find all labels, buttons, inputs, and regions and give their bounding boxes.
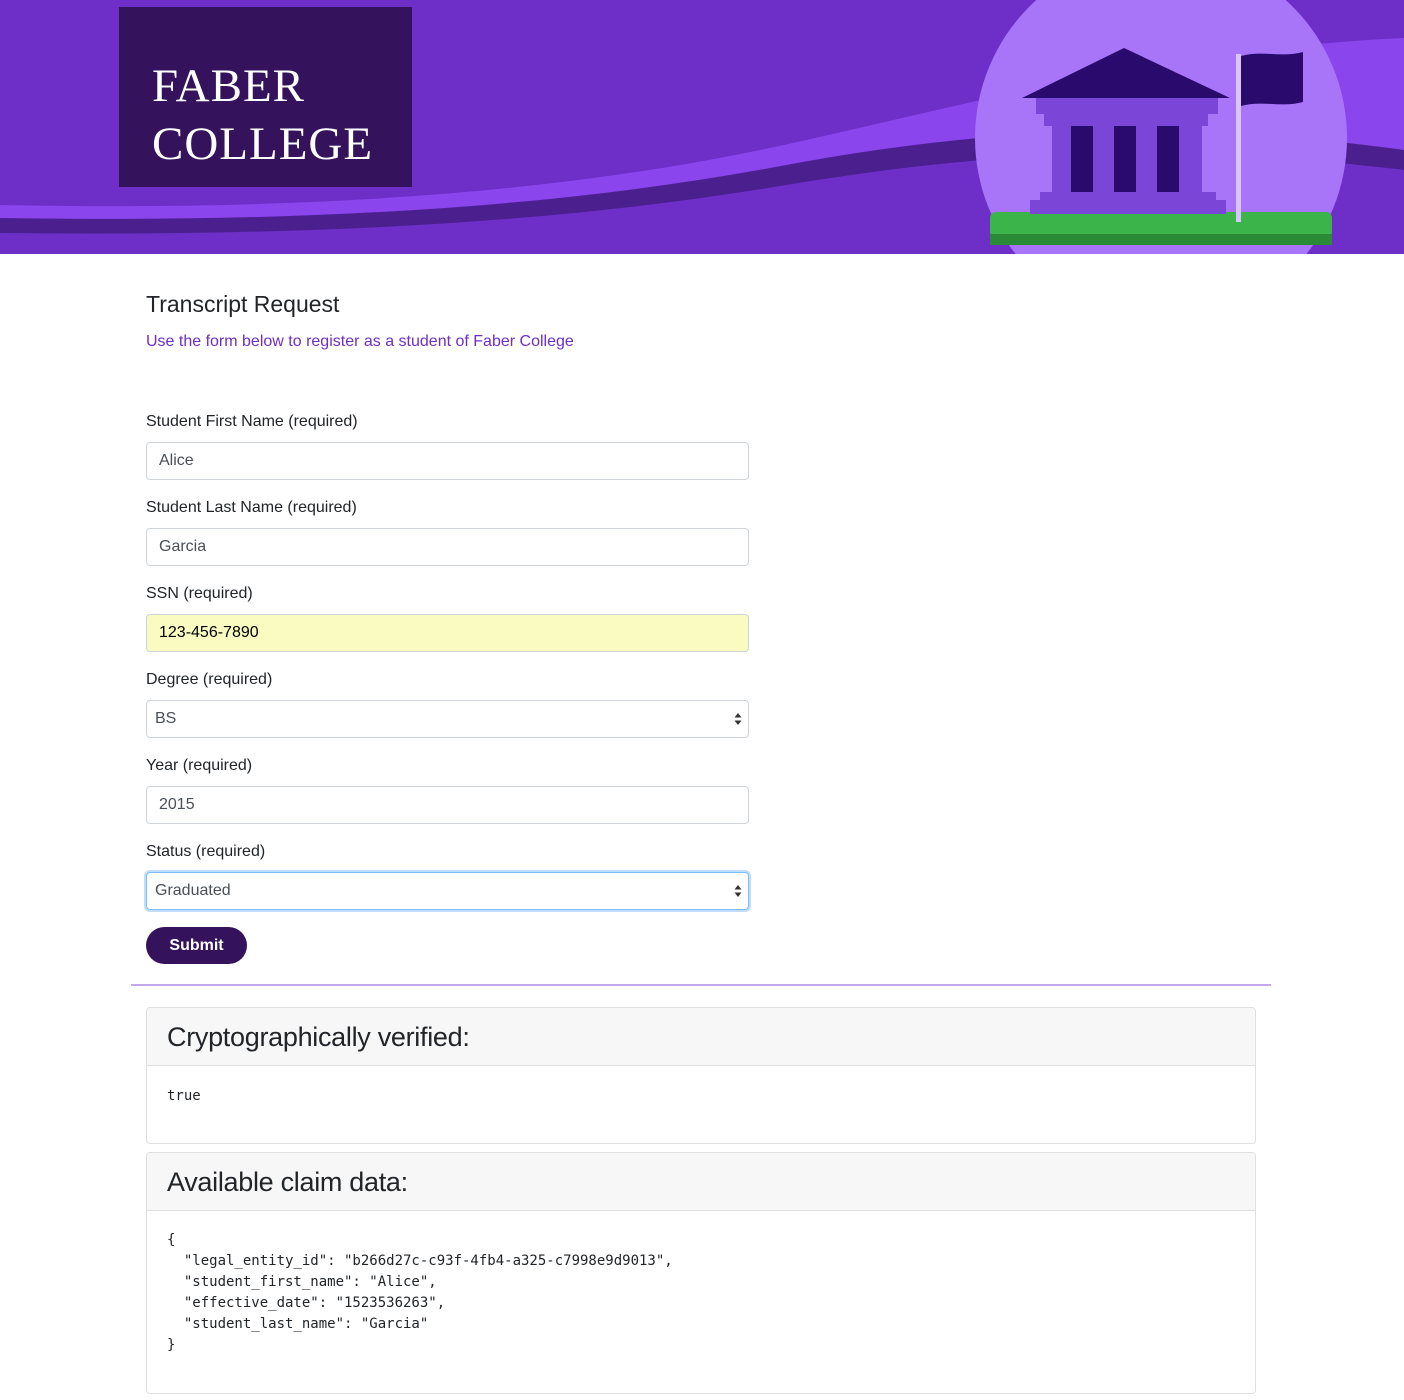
verification-title: Cryptographically verified: bbox=[167, 1022, 470, 1052]
claims-card: Available claim data: { "legal_entity_id… bbox=[146, 1152, 1256, 1394]
claims-title: Available claim data: bbox=[167, 1167, 408, 1197]
header-banner: FABER COLLEGE bbox=[0, 0, 1404, 254]
ssn-label: SSN (required) bbox=[146, 585, 253, 602]
section-divider bbox=[131, 984, 1271, 986]
last-name-label: Student Last Name (required) bbox=[146, 499, 357, 516]
ssn-input[interactable]: 123-456-7890 bbox=[146, 614, 749, 652]
status-value: Graduated bbox=[155, 882, 231, 899]
first-name-value: Alice bbox=[159, 452, 194, 469]
status-label: Status (required) bbox=[146, 843, 266, 860]
page-title: Transcript Request bbox=[146, 291, 340, 317]
degree-label: Degree (required) bbox=[146, 671, 273, 688]
year-input[interactable]: 2015 bbox=[146, 786, 749, 824]
verification-card: Cryptographically verified: true bbox=[146, 1007, 1256, 1144]
status-select[interactable]: Graduated bbox=[146, 872, 749, 910]
claim-line: "student_first_name": "Alice", bbox=[167, 1274, 437, 1290]
last-name-value: Garcia bbox=[159, 538, 207, 555]
last-name-input[interactable]: Garcia bbox=[146, 528, 749, 566]
first-name-input[interactable]: Alice bbox=[146, 442, 749, 480]
degree-value: BS bbox=[155, 710, 177, 727]
claim-line: "legal_entity_id": "b266d27c-c93f-4fb4-a… bbox=[167, 1253, 673, 1269]
verification-value: true bbox=[167, 1088, 201, 1104]
verification-card-header: Cryptographically verified: bbox=[147, 1008, 1255, 1066]
page-subtitle: Use the form below to register as a stud… bbox=[146, 333, 574, 350]
college-building-illustration bbox=[975, 0, 1347, 254]
first-name-label: Student First Name (required) bbox=[146, 413, 358, 430]
select-arrows-icon bbox=[734, 885, 742, 897]
year-label: Year (required) bbox=[146, 757, 253, 774]
ssn-value: 123-456-7890 bbox=[159, 624, 259, 641]
claims-card-header: Available claim data: bbox=[147, 1153, 1255, 1211]
claim-line: { bbox=[167, 1232, 176, 1248]
claim-line: "student_last_name": "Garcia" bbox=[167, 1316, 429, 1332]
claim-line: "effective_date": "1523536263", bbox=[167, 1295, 446, 1311]
submit-button[interactable]: Submit bbox=[146, 927, 247, 964]
claim-line: } bbox=[167, 1337, 176, 1353]
select-arrows-icon bbox=[734, 713, 742, 725]
degree-select[interactable]: BS bbox=[146, 700, 749, 738]
year-value: 2015 bbox=[159, 796, 195, 813]
